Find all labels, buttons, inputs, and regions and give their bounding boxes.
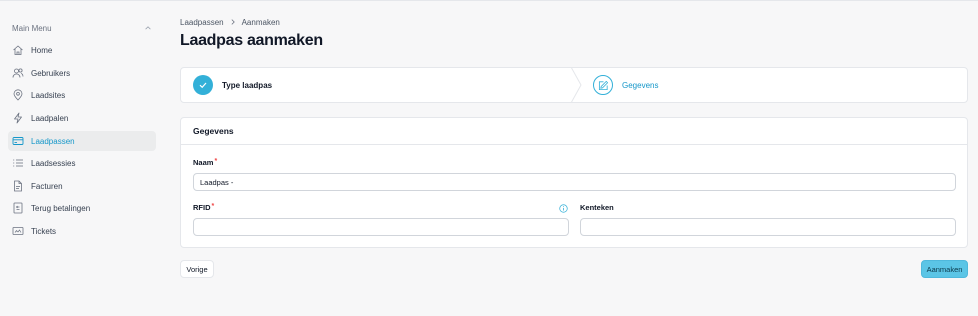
step-type-laadpas[interactable]: Type laadpas xyxy=(193,68,272,102)
sidebar: Main Menu Home Gebruikers Laadsites Laad… xyxy=(0,1,164,316)
sidebar-item-label: Laadpassen xyxy=(31,136,75,146)
breadcrumb: Laadpassen Aanmaken xyxy=(180,17,280,27)
create-button[interactable]: Aanmaken xyxy=(921,260,968,278)
sidebar-item-label: Terug betalingen xyxy=(31,203,91,213)
rfid-label: RFID* xyxy=(193,203,214,212)
edit-icon xyxy=(598,80,608,90)
step-current-circle xyxy=(593,75,613,95)
chevron-right-icon xyxy=(231,19,235,25)
breadcrumb-item-aanmaken: Aanmaken xyxy=(241,17,280,27)
step-gegevens[interactable]: Gegevens xyxy=(593,68,658,102)
sidebar-item-gebruikers[interactable]: Gebruikers xyxy=(8,63,156,83)
sidebar-item-laadpalen[interactable]: Laadpalen xyxy=(8,108,156,128)
sidebar-item-label: Gebruikers xyxy=(31,68,71,78)
check-icon xyxy=(199,82,207,89)
naam-label: Naam* xyxy=(193,158,217,167)
ticket-icon xyxy=(12,225,24,237)
breadcrumb-item-laadpassen[interactable]: Laadpassen xyxy=(180,18,224,27)
rfid-input[interactable] xyxy=(193,218,569,236)
sidebar-item-label: Tickets xyxy=(31,226,57,236)
users-icon xyxy=(12,67,24,79)
document-icon xyxy=(12,180,24,192)
sidebar-item-label: Home xyxy=(31,45,53,55)
page-title: Laadpas aanmaken xyxy=(180,32,323,49)
required-mark: * xyxy=(214,158,218,165)
sidebar-item-terug-betalingen[interactable]: Terug betalingen xyxy=(8,198,156,218)
location-pin-icon xyxy=(12,89,24,101)
sidebar-item-tickets[interactable]: Tickets xyxy=(8,221,156,241)
step-label: Gegevens xyxy=(622,80,659,90)
step-divider xyxy=(571,67,582,103)
main-menu-label: Main Menu xyxy=(12,23,52,33)
list-icon xyxy=(12,157,24,169)
naam-input[interactable] xyxy=(193,173,956,191)
chevron-up-icon xyxy=(145,26,151,30)
sidebar-item-label: Laadsessies xyxy=(31,158,76,168)
previous-button[interactable]: Vorige xyxy=(180,260,214,278)
naam-label-text: Naam xyxy=(193,158,214,167)
sidebar-item-label: Facturen xyxy=(31,181,63,191)
sidebar-item-label: Laadsites xyxy=(31,90,66,100)
main-menu-header[interactable]: Main Menu xyxy=(12,22,152,34)
gegevens-card: Gegevens Naam* RFID* Kenteken xyxy=(180,117,968,248)
step-completed-circle xyxy=(193,75,213,95)
sidebar-item-laadpassen[interactable]: Laadpassen xyxy=(8,131,156,151)
kenteken-label: Kenteken xyxy=(580,203,614,212)
home-icon xyxy=(12,44,24,56)
refund-icon xyxy=(12,202,24,214)
step-label: Type laadpas xyxy=(222,80,273,90)
sidebar-item-facturen[interactable]: Facturen xyxy=(8,176,156,196)
sidebar-item-label: Laadpalen xyxy=(31,113,69,123)
sidebar-item-laadsessies[interactable]: Laadsessies xyxy=(8,153,156,173)
lightning-icon xyxy=(12,112,24,124)
stepper: Type laadpas Gegevens xyxy=(180,67,968,103)
required-mark: * xyxy=(211,203,215,210)
sidebar-item-laadsites[interactable]: Laadsites xyxy=(8,85,156,105)
sidebar-item-home[interactable]: Home xyxy=(8,40,156,60)
info-icon[interactable] xyxy=(559,204,568,213)
rfid-label-text: RFID xyxy=(193,203,211,212)
card-title: Gegevens xyxy=(181,118,967,145)
kenteken-input[interactable] xyxy=(580,218,956,236)
card-icon xyxy=(12,135,24,147)
